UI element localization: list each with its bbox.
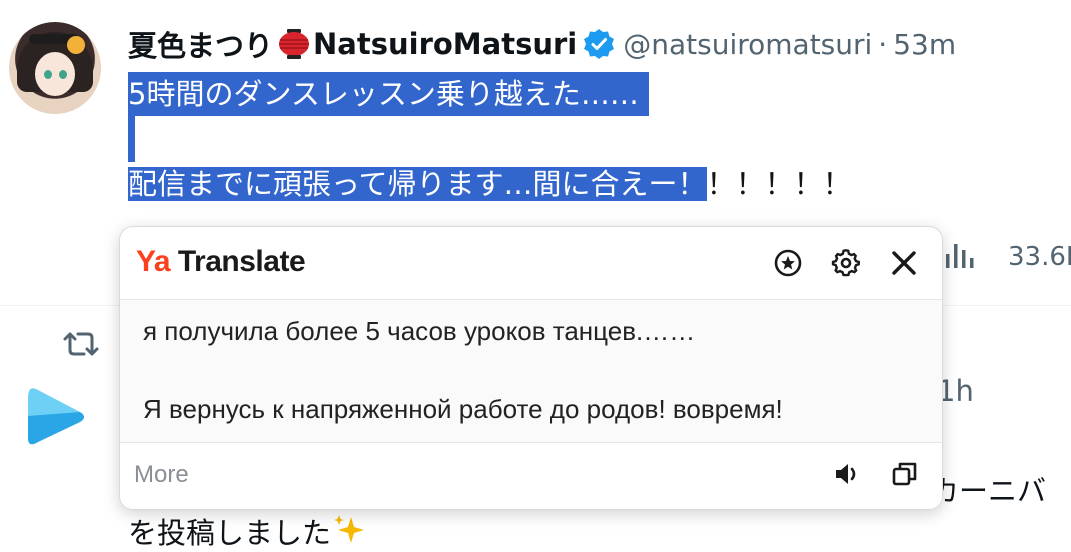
translation-text: я получила более 5 часов уроков танцев.…… <box>143 316 696 346</box>
gear-icon <box>831 249 860 277</box>
next-tweet-text-fragment: を投稿しました <box>128 516 332 550</box>
stats-icon[interactable] <box>944 240 974 270</box>
tweet-text-line: 配信までに頑張って帰ります…間に合えー！！！！！！ <box>128 162 852 206</box>
verified-icon <box>584 29 615 59</box>
copy-icon[interactable] <box>890 459 920 489</box>
tweet-text-line: 5時間のダンスレッスン乗り越えた…… <box>128 72 649 116</box>
unselected-text: ！！！！！ <box>706 167 852 201</box>
video-icon[interactable] <box>22 376 88 456</box>
more-link[interactable]: More <box>134 461 189 489</box>
close-button[interactable] <box>888 247 920 279</box>
close-icon <box>892 251 916 275</box>
display-name[interactable]: 夏色まつり <box>128 23 273 65</box>
speaker-icon[interactable] <box>832 459 862 489</box>
translate-logo: Ya Translate <box>136 245 306 278</box>
display-name-suffix[interactable]: NatsuiroMatsuri <box>313 27 577 61</box>
separator: · <box>878 27 888 61</box>
lantern-icon <box>279 29 310 59</box>
popup-header: Ya Translate <box>120 227 942 300</box>
next-tweet-text: カーニバ <box>930 474 1047 508</box>
next-tweet-text: を投稿しました <box>128 510 365 552</box>
translation-body: я получила более 5 часов уроков танцев.…… <box>120 300 942 442</box>
selected-text: 配信までに頑張って帰ります…間に合えー！ <box>128 167 707 201</box>
favorite-button[interactable] <box>772 247 804 279</box>
tweet-header: 夏色まつり NatsuiroMatsuri @natsuiromatsuri ·… <box>128 24 956 64</box>
retweet-icon <box>63 332 99 356</box>
views-count[interactable]: 33.6K <box>1008 242 1071 272</box>
translation-text: Я вернусь к напряженной работе до родов!… <box>143 394 783 424</box>
avatar[interactable] <box>9 22 101 114</box>
tweet-time[interactable]: 53m <box>893 28 956 61</box>
translate-popup: Ya Translate я получила более 5 часов ур… <box>119 226 943 510</box>
selection-blank-line <box>128 116 135 162</box>
handle[interactable]: @natsuiromatsuri <box>623 28 872 61</box>
popup-footer: More <box>120 442 942 509</box>
sparkle-icon <box>334 515 365 543</box>
settings-button[interactable] <box>830 247 862 279</box>
star-icon <box>774 249 802 277</box>
